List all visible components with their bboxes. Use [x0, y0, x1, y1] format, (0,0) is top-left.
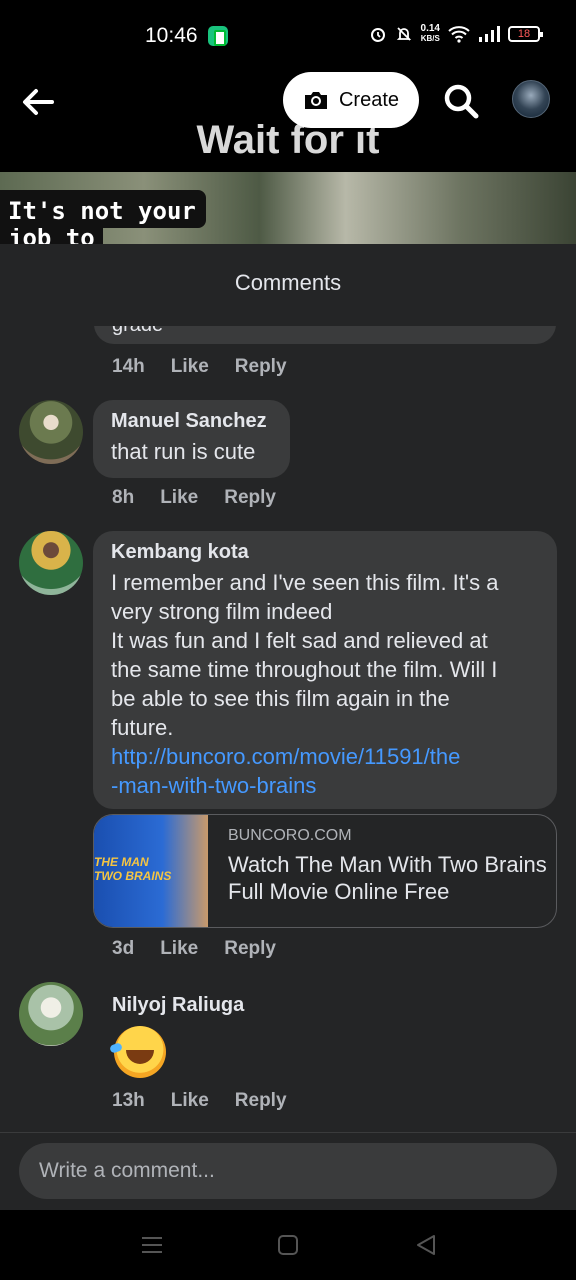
comment-actions: 13h Like Reply [112, 1090, 287, 1112]
link-preview-title: Watch The Man With Two Brains Full Movie… [228, 852, 547, 904]
search-icon[interactable] [440, 80, 482, 122]
system-nav-bar [0, 1210, 576, 1280]
avatar[interactable] [19, 982, 83, 1046]
comments-list[interactable]: grade 14h Like Reply Manuel Sanchez that… [0, 326, 576, 1132]
comment-input[interactable]: Write a comment... [19, 1143, 557, 1199]
comment-text-line: It was fun and I felt sad and relieved a… [111, 628, 488, 653]
back-arrow-icon[interactable] [18, 82, 58, 122]
like-button[interactable]: Like [171, 356, 209, 378]
comment-text-line: I remember and I've seen this film. It's… [111, 570, 499, 595]
comment-bubble: Kembang kota I remember and I've seen th… [93, 531, 557, 809]
comment-actions: 14h Like Reply [112, 356, 287, 378]
comment-text-line: future. [111, 715, 174, 740]
comment-time: 13h [112, 1090, 145, 1111]
alarm-icon [370, 28, 385, 42]
comment-link[interactable]: http://buncoro.com/movie/11591/the [111, 742, 539, 771]
like-button[interactable]: Like [160, 487, 198, 509]
avatar[interactable] [19, 400, 83, 464]
composer-bar: Write a comment... [0, 1132, 576, 1210]
like-button[interactable]: Like [171, 1090, 209, 1112]
comment-text-line: very strong film indeed [111, 599, 333, 624]
link-preview-thumbnail: THE MAN TWO BRAINS [94, 815, 208, 927]
network-speed: 0.14 KB/S [420, 23, 440, 44]
reply-button[interactable]: Reply [235, 1090, 287, 1112]
video-caption-cutoff: job to [0, 228, 103, 244]
comment-author[interactable]: Manuel Sanchez [111, 410, 272, 433]
comment-text: that run is cute [111, 439, 256, 464]
link-preview-card[interactable]: THE MAN TWO BRAINS BUNCORO.COM Watch The… [93, 814, 557, 928]
reply-button[interactable]: Reply [224, 487, 276, 509]
comment-link[interactable]: -man-with-two-brains [111, 771, 539, 800]
camera-icon [304, 92, 327, 109]
comment-text: grade [112, 326, 163, 337]
comment-bubble-partial: grade [94, 326, 556, 344]
rolling-laughing-emoji-icon [114, 1026, 166, 1078]
avatar[interactable] [19, 531, 83, 595]
comments-sheet: Comments grade 14h Like Reply Manuel San… [0, 244, 576, 1210]
link-preview-domain: BUNCORO.COM [228, 827, 352, 844]
comment-time: 8h [112, 487, 135, 508]
comment-actions: 8h Like Reply [112, 487, 276, 509]
profile-avatar[interactable] [512, 80, 550, 118]
comment-text-line: the same time throughout the film. Will … [111, 657, 498, 682]
video-overlay-text: Wait for it [196, 118, 380, 162]
status-bar: 10:46 0.14 KB/S 18 [0, 0, 576, 72]
video-caption: It's not your [0, 190, 206, 228]
status-time: 10:46 [145, 24, 198, 47]
menu-icon[interactable] [140, 1234, 164, 1256]
back-triangle-icon[interactable] [414, 1234, 438, 1256]
sheet-title: Comments [234, 270, 342, 295]
reply-button[interactable]: Reply [235, 356, 287, 378]
comment-actions: 3d Like Reply [112, 938, 276, 960]
mute-bell-icon [396, 27, 411, 41]
battery-icon: 18 [508, 26, 543, 42]
comment-bubble: Manuel Sanchez that run is cute [93, 400, 290, 478]
create-label: Create [338, 88, 400, 111]
wifi-icon [448, 26, 470, 43]
comment-time: 14h [112, 356, 145, 377]
comment-author[interactable]: Kembang kota [111, 541, 539, 564]
comment-author[interactable]: Nilyoj Raliuga [112, 994, 244, 1017]
battery-saver-icon [208, 26, 228, 46]
create-button[interactable]: Create [283, 72, 419, 128]
reply-button[interactable]: Reply [224, 938, 276, 960]
comment-text-line: be able to see this film again in the [111, 686, 450, 711]
comment-time: 3d [112, 938, 135, 959]
signal-icon [479, 26, 500, 42]
home-icon[interactable] [276, 1234, 300, 1256]
like-button[interactable]: Like [160, 938, 198, 960]
video-preview: Wait for it It's not your job to Create [0, 72, 576, 244]
status-icons: 0.14 KB/S 18 [369, 23, 543, 44]
